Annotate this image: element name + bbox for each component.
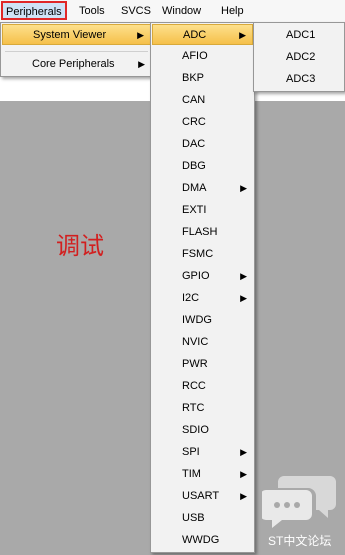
sv-item-dbg[interactable]: DBG	[152, 156, 253, 177]
sv-item-label: DBG	[182, 160, 206, 172]
menu-bar: Peripherals Tools SVCS Window Help	[0, 0, 345, 23]
peripherals-dropdown: System Viewer ▶ Core Peripherals ▶	[0, 22, 153, 77]
sv-item-label: BKP	[182, 72, 205, 84]
sv-item-usb[interactable]: USB	[152, 508, 253, 529]
sv-item-gpio[interactable]: GPIO ▶	[152, 266, 253, 287]
sv-item-pwr[interactable]: PWR	[152, 354, 253, 375]
submenu-arrow-icon: ▶	[240, 183, 247, 193]
chat-bubbles-icon	[260, 472, 338, 533]
menu-window[interactable]: Window	[162, 4, 201, 18]
adc-item-adc2[interactable]: ADC2	[255, 47, 343, 68]
sv-item-tim[interactable]: TIM ▶	[152, 464, 253, 485]
sv-item-label: RTC	[182, 402, 205, 414]
sv-item-adc[interactable]: ADC ▶	[152, 24, 253, 45]
submenu-arrow-icon: ▶	[240, 447, 247, 457]
sv-item-label: AFIO	[182, 50, 208, 62]
sv-item-sdio[interactable]: SDIO	[152, 420, 253, 441]
adc-item-adc3[interactable]: ADC3	[255, 69, 343, 90]
adc-item-adc1[interactable]: ADC1	[255, 25, 343, 46]
sv-item-label: RCC	[182, 380, 206, 392]
adc-submenu: ADC1 ADC2 ADC3	[253, 22, 345, 92]
sv-item-label: IWDG	[182, 314, 212, 326]
sv-item-fsmc[interactable]: FSMC	[152, 244, 253, 265]
sv-item-flash[interactable]: FLASH	[152, 222, 253, 243]
sv-item-label: NVIC	[182, 336, 209, 348]
sv-item-label: EXTI	[182, 204, 207, 216]
menu-peripherals[interactable]: Peripherals	[1, 1, 67, 20]
system-viewer-label: System Viewer	[33, 29, 107, 41]
sv-item-label: DMA	[182, 182, 207, 194]
annotation-text: 调试	[56, 232, 104, 260]
menu-help[interactable]: Help	[221, 4, 244, 18]
sv-item-label: WWDG	[182, 534, 220, 546]
sv-item-dma[interactable]: DMA ▶	[152, 178, 253, 199]
submenu-arrow-icon: ▶	[138, 59, 145, 69]
adc-item-label: ADC3	[286, 73, 316, 85]
sv-item-label: I2C	[182, 292, 200, 304]
sv-item-can[interactable]: CAN	[152, 90, 253, 111]
sv-item-label: USART	[182, 490, 220, 502]
system-viewer-submenu: ADC ▶ AFIO BKP CAN CRC DAC DBG DMA ▶ EXT…	[150, 22, 255, 553]
submenu-arrow-icon: ▶	[240, 469, 247, 479]
sv-item-label: ADC	[183, 29, 207, 41]
sv-item-dac[interactable]: DAC	[152, 134, 253, 155]
sv-item-nvic[interactable]: NVIC	[152, 332, 253, 353]
sv-item-label: PWR	[182, 358, 208, 370]
submenu-arrow-icon: ▶	[240, 491, 247, 501]
submenu-arrow-icon: ▶	[240, 271, 247, 281]
sv-item-rtc[interactable]: RTC	[152, 398, 253, 419]
sv-item-iwdg[interactable]: IWDG	[152, 310, 253, 331]
submenu-arrow-icon: ▶	[137, 30, 144, 40]
sv-item-label: GPIO	[182, 270, 210, 282]
sv-item-bkp[interactable]: BKP	[152, 68, 253, 89]
sv-item-exti[interactable]: EXTI	[152, 200, 253, 221]
submenu-arrow-icon: ▶	[240, 293, 247, 303]
sv-item-label: USB	[182, 512, 205, 524]
sv-item-wwdg[interactable]: WWDG	[152, 530, 253, 551]
sv-item-label: DAC	[182, 138, 206, 150]
core-peripherals-label: Core Peripherals	[32, 58, 115, 70]
menu-item-system-viewer[interactable]: System Viewer ▶	[2, 24, 151, 45]
menu-svcs[interactable]: SVCS	[121, 4, 151, 18]
menu-separator	[5, 51, 148, 52]
sv-item-afio[interactable]: AFIO	[152, 46, 253, 67]
sv-item-label: SPI	[182, 446, 200, 458]
adc-item-label: ADC1	[286, 29, 316, 41]
menu-tools[interactable]: Tools	[79, 4, 105, 18]
sv-item-spi[interactable]: SPI ▶	[152, 442, 253, 463]
sv-item-label: CRC	[182, 116, 206, 128]
sv-item-label: FLASH	[182, 226, 218, 238]
menu-item-core-peripherals[interactable]: Core Peripherals ▶	[2, 54, 151, 75]
logo-text: ST中文论坛	[268, 534, 332, 548]
adc-item-label: ADC2	[286, 51, 316, 63]
sv-item-rcc[interactable]: RCC	[152, 376, 253, 397]
sv-item-usart[interactable]: USART ▶	[152, 486, 253, 507]
sv-item-crc[interactable]: CRC	[152, 112, 253, 133]
sv-item-label: FSMC	[182, 248, 214, 260]
sv-item-label: SDIO	[182, 424, 209, 436]
sv-item-i2c[interactable]: I2C ▶	[152, 288, 253, 309]
submenu-arrow-icon: ▶	[239, 30, 246, 40]
sv-item-label: TIM	[182, 468, 201, 480]
sv-item-label: CAN	[182, 94, 206, 106]
